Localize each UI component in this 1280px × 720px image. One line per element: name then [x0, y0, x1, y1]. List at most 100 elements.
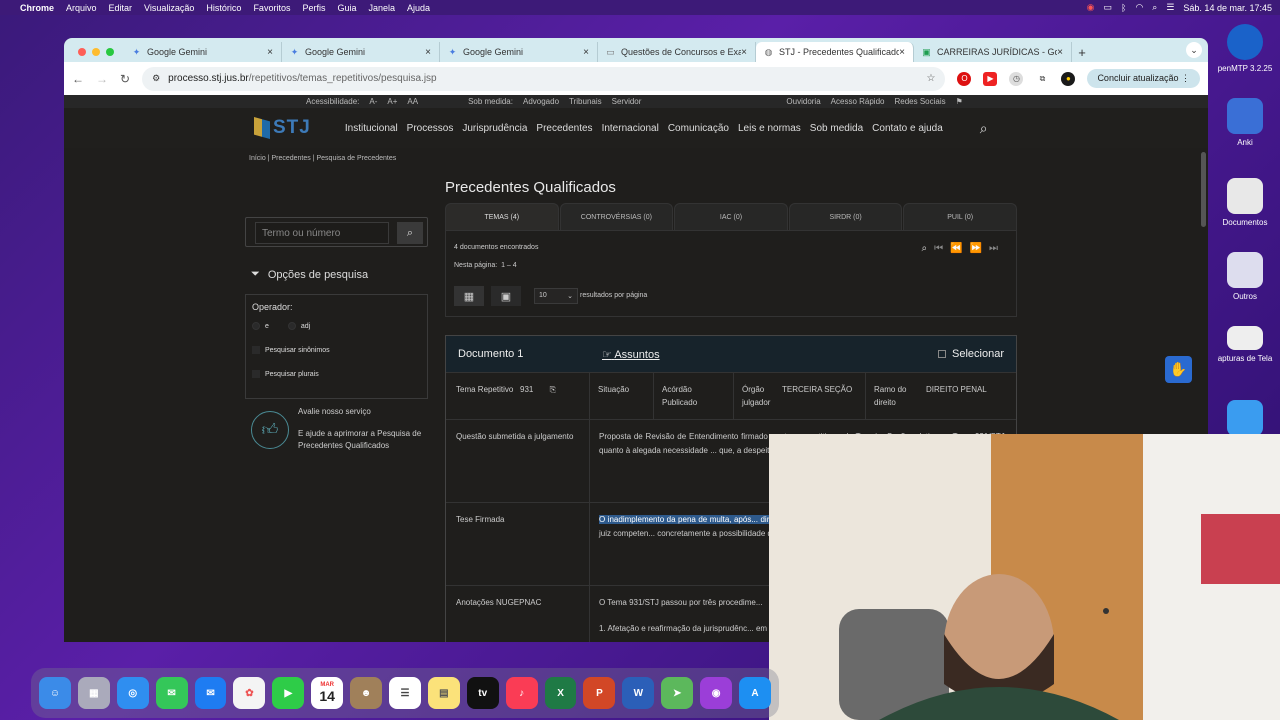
close-tab-icon[interactable]: ×	[267, 47, 273, 58]
desktop-outros[interactable]: Outros	[1210, 252, 1280, 301]
music-icon[interactable]: ♪	[505, 677, 538, 709]
tab-search-chevron-icon[interactable]: ⌄	[1186, 42, 1202, 58]
excel-icon[interactable]: X	[544, 677, 577, 709]
contrast-link[interactable]: AA	[407, 97, 418, 106]
link-advogado[interactable]: Advogado	[523, 97, 559, 106]
menu-janela[interactable]: Janela	[368, 3, 395, 13]
profile-avatar-icon[interactable]: ●	[1061, 71, 1076, 86]
tile-view-button[interactable]: ▣	[491, 286, 521, 306]
bookmark-star-icon[interactable]: ☆	[926, 73, 935, 84]
next-page-icon[interactable]: ⏩	[970, 243, 982, 254]
menu-historico[interactable]: Histórico	[206, 3, 241, 13]
timer-extension-icon[interactable]: ◷	[1009, 71, 1024, 86]
tab-iac[interactable]: IAC (0)	[674, 203, 788, 230]
extensions-puzzle-icon[interactable]: ⧉	[1035, 72, 1049, 86]
prev-page-icon[interactable]: ⏪	[950, 243, 962, 254]
record-icon[interactable]: ◉	[1087, 2, 1095, 13]
synonyms-checkbox[interactable]	[252, 346, 260, 354]
breadcrumb-pesquisa[interactable]: Pesquisa de Precedentes	[316, 155, 396, 162]
photos-icon[interactable]: ✿	[233, 677, 266, 709]
search-icon[interactable]: ⌕	[1152, 2, 1157, 13]
tab-puil[interactable]: PUIL (0)	[903, 203, 1017, 230]
find-icon[interactable]: ⌕	[921, 243, 927, 254]
minimize-window-button[interactable]	[92, 48, 100, 56]
menu-app-name[interactable]: Chrome	[20, 3, 54, 13]
bluetooth-icon[interactable]: ᛒ	[1121, 3, 1126, 13]
tema-number[interactable]: 931	[520, 385, 533, 394]
browser-tab[interactable]: ▭ Questões de Concursos e Exa ×	[598, 42, 756, 62]
desktop-anki[interactable]: Anki	[1210, 98, 1280, 147]
menu-favoritos[interactable]: Favoritos	[253, 3, 290, 13]
contacts-icon[interactable]: ☻	[350, 677, 383, 709]
close-tab-icon[interactable]: ×	[425, 47, 431, 58]
nav-jurisprudencia[interactable]: Jurisprudência	[462, 123, 527, 134]
facetime-icon[interactable]: ▶	[272, 677, 305, 709]
nav-institucional[interactable]: Institucional	[345, 123, 398, 134]
search-button[interactable]: ⌕	[397, 222, 423, 244]
browser-tab[interactable]: ✦ Google Gemini ×	[124, 42, 282, 62]
menu-perfis[interactable]: Perfis	[302, 3, 325, 13]
subjects-link[interactable]: ☞ Assuntos	[602, 348, 660, 361]
menu-ajuda[interactable]: Ajuda	[407, 3, 430, 13]
forward-icon[interactable]: →	[96, 72, 108, 86]
link-servidor[interactable]: Servidor	[612, 97, 642, 106]
quick-access-dropdown[interactable]: Acesso Rápido	[831, 97, 885, 106]
tab-sirdr[interactable]: SIRDR (0)	[788, 203, 903, 230]
accessibility-widget-icon[interactable]: ✋	[1165, 356, 1192, 383]
appletv-icon[interactable]: tv	[466, 677, 499, 709]
nav-comunicacao[interactable]: Comunicação	[668, 123, 729, 134]
youtube-extension-icon[interactable]: ▶	[983, 71, 998, 86]
wifi-icon[interactable]: ◠	[1135, 2, 1143, 13]
close-tab-icon[interactable]: ×	[741, 47, 747, 58]
language-flag-icon[interactable]: ⚑	[956, 97, 963, 106]
close-tab-icon[interactable]: ×	[899, 47, 905, 58]
grid-view-button[interactable]: ▦	[454, 286, 484, 306]
calendar-icon[interactable]: MAR 14	[311, 677, 344, 709]
browser-tab[interactable]: ✦ Google Gemini ×	[440, 42, 598, 62]
launchpad-icon[interactable]: ▦	[77, 677, 110, 709]
browser-tab[interactable]: ▣ CARREIRAS JURÍDICAS - Goo ×	[914, 42, 1072, 62]
tab-controversias[interactable]: CONTROVÉRSIAS (0)	[559, 203, 674, 230]
desktop-capturas[interactable]: apturas de Tela	[1210, 326, 1280, 363]
close-window-button[interactable]	[78, 48, 86, 56]
last-page-icon[interactable]: ⏭	[989, 243, 998, 254]
site-search-icon[interactable]: ⌕	[980, 120, 988, 137]
link-ouvidoria[interactable]: Ouvidoria	[786, 97, 820, 106]
battery-icon[interactable]: ▭	[1104, 2, 1113, 13]
radio-e[interactable]	[252, 322, 260, 330]
plurals-checkbox[interactable]	[252, 370, 260, 378]
menu-arquivo[interactable]: Arquivo	[66, 3, 97, 13]
nav-leis[interactable]: Leis e normas	[738, 123, 801, 134]
desktop-openmtp[interactable]: penMTP 3.2.25	[1210, 24, 1280, 73]
radio-adj[interactable]	[287, 322, 296, 330]
select-checkbox[interactable]: Selecionar	[938, 348, 1004, 360]
messages-icon[interactable]: ✉	[155, 677, 188, 709]
tab-temas[interactable]: TEMAS (4)	[445, 203, 559, 230]
zoom-window-button[interactable]	[106, 48, 114, 56]
appstore-icon[interactable]: A	[739, 677, 771, 709]
nav-sob-medida[interactable]: Sob medida	[810, 123, 863, 134]
social-dropdown[interactable]: Redes Sociais	[894, 97, 945, 106]
mail-icon[interactable]: ✉	[194, 677, 227, 709]
safari-icon[interactable]: ◎	[116, 677, 149, 709]
link-tribunais[interactable]: Tribunais	[569, 97, 602, 106]
nav-precedentes[interactable]: Precedentes	[536, 123, 592, 134]
address-bar[interactable]: ⚙ processo.stj.jus.br /repetitivos/temas…	[142, 66, 946, 91]
breadcrumb-inicio[interactable]: Início	[249, 155, 266, 162]
nav-contato[interactable]: Contato e ajuda	[872, 123, 943, 134]
link-icon[interactable]: ⎘	[550, 385, 556, 394]
first-page-icon[interactable]: ⏮	[934, 243, 943, 254]
font-decrease-link[interactable]: A-	[369, 97, 377, 106]
finder-icon[interactable]: ☺	[39, 677, 71, 709]
menu-visualizacao[interactable]: Visualização	[144, 3, 194, 13]
word-icon[interactable]: W	[622, 677, 655, 709]
breadcrumb-precedentes[interactable]: Precedentes	[271, 155, 310, 162]
search-options-toggle[interactable]: ⏷ Opções de pesquisa	[251, 268, 368, 281]
back-icon[interactable]: ←	[72, 72, 84, 86]
page-scrollbar[interactable]	[1201, 152, 1206, 227]
browser-tab[interactable]: ✦ Google Gemini ×	[282, 42, 440, 62]
site-info-icon[interactable]: ⚙	[152, 73, 160, 84]
notes-icon[interactable]: ▤	[427, 677, 460, 709]
nav-processos[interactable]: Processos	[407, 123, 454, 134]
update-button[interactable]: Concluir atualização ⋮	[1087, 69, 1200, 88]
